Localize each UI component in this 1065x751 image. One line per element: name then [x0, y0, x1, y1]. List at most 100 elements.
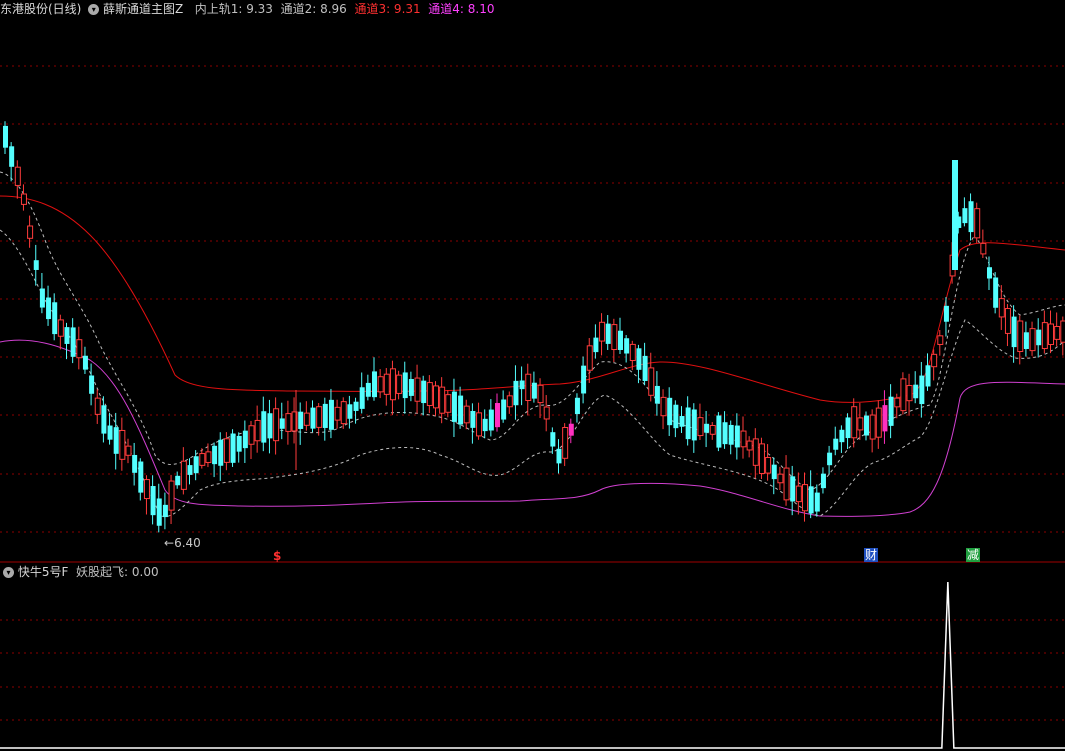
candle-body: [3, 125, 8, 148]
candle-body: [648, 367, 655, 396]
candle-body: [543, 406, 550, 420]
candle-body: [488, 409, 494, 431]
candle-body: [57, 319, 64, 337]
candle-body: [439, 386, 446, 414]
candle-body: [875, 407, 882, 438]
candle-body: [937, 335, 944, 345]
candle-body: [143, 479, 150, 500]
candle-body: [445, 394, 452, 413]
candle-body: [254, 419, 261, 442]
candle-body: [611, 324, 618, 351]
candle-body: [205, 451, 212, 463]
candle-body: [660, 396, 667, 417]
candle-body: [998, 298, 1005, 318]
candle-body: [162, 504, 168, 518]
candle-body: [1060, 320, 1065, 343]
candle-body: [642, 355, 648, 381]
candle-body: [236, 435, 242, 452]
candle-body: [673, 404, 679, 429]
candle-body: [107, 425, 113, 440]
candle-body: [1041, 322, 1048, 350]
candle-body: [562, 426, 569, 459]
candle-body: [27, 225, 34, 239]
candle-body: [906, 385, 913, 402]
candle-body: [629, 343, 636, 362]
candle-body: [476, 412, 483, 437]
candle-body: [463, 405, 470, 424]
inner-band-lower: [0, 229, 1065, 518]
candle-body: [377, 376, 384, 393]
candle-body: [531, 382, 537, 399]
candle-body: [943, 305, 949, 322]
candle-body: [716, 415, 722, 448]
subindicator-line: [0, 581, 1065, 749]
candle-body: [14, 166, 21, 186]
candle-body: [138, 461, 144, 493]
candle-body: [20, 193, 27, 205]
candle-body: [353, 401, 359, 411]
low-price-value: 6.40: [174, 536, 201, 550]
inner-band-upper: [0, 171, 1065, 491]
jian-tag: 减: [966, 548, 981, 562]
candle-body: [704, 423, 710, 433]
candle-body: [962, 208, 968, 224]
candle-body: [180, 460, 187, 490]
candle-body: [414, 377, 421, 402]
candle-body: [605, 323, 611, 344]
candle-body: [765, 457, 772, 474]
candle-body: [925, 365, 931, 387]
candle-body: [9, 146, 15, 167]
candle-body: [679, 416, 685, 427]
candle-body: [70, 327, 76, 357]
candle-body: [365, 382, 371, 397]
price-chart[interactable]: [0, 0, 1065, 751]
candle-body: [900, 378, 907, 412]
candle-body: [310, 407, 316, 429]
candle-body: [913, 384, 919, 399]
candle-body: [888, 396, 894, 426]
candle-body: [267, 413, 273, 439]
candle-body: [482, 418, 488, 432]
dollar-tag: $: [273, 549, 282, 563]
candle-body: [340, 401, 347, 425]
candle-body: [470, 410, 476, 428]
candle-body: [132, 454, 138, 473]
candle-body: [64, 327, 70, 344]
candle-body: [125, 445, 132, 456]
candle-body: [568, 423, 574, 436]
candle-body: [636, 348, 642, 370]
candle-body: [869, 414, 876, 440]
candle-body: [1054, 325, 1061, 340]
candle-body: [279, 418, 285, 429]
candle-body: [593, 337, 599, 353]
candle-body: [285, 413, 292, 432]
candle-body: [389, 368, 396, 401]
candle-body: [618, 330, 623, 350]
candle-body: [1004, 308, 1011, 334]
candle-body: [433, 385, 439, 409]
candle-body: [372, 371, 377, 398]
candle-body: [212, 445, 218, 465]
candle-body: [839, 429, 845, 443]
candle-body: [426, 382, 433, 407]
candle-body: [758, 443, 765, 475]
candle-body: [808, 486, 814, 514]
candle-body: [802, 484, 808, 512]
candle-body: [230, 433, 236, 463]
candle-body: [89, 375, 95, 394]
sub-indicator-line: [0, 581, 1065, 749]
candle-body: [94, 397, 101, 415]
candle-body: [974, 208, 981, 239]
candle-body: [322, 403, 328, 428]
candle-body: [1023, 332, 1029, 349]
candle-body: [39, 288, 45, 308]
candle-body: [734, 425, 740, 448]
candle-body: [894, 397, 901, 408]
candle-body: [396, 374, 403, 394]
candle-body: [248, 425, 255, 445]
candle-body: [303, 412, 310, 426]
candle-body: [150, 486, 156, 516]
lower-channel-line: [0, 339, 1065, 517]
candle-body: [931, 353, 938, 368]
candle-body: [421, 380, 427, 404]
